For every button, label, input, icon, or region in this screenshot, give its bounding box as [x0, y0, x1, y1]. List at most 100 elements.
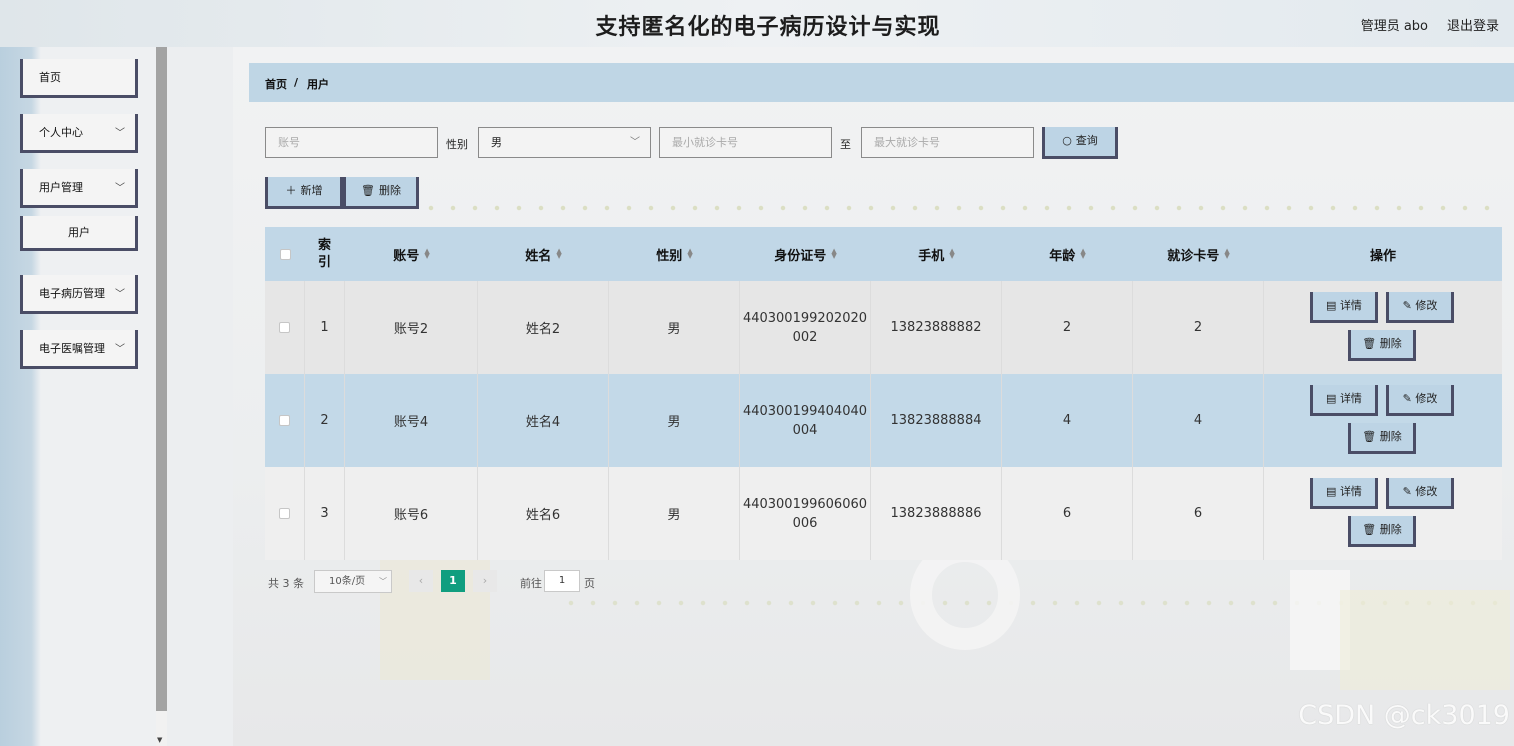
detail-label: 详情 — [1339, 392, 1362, 405]
sort-icon[interactable]: ▲ ▼ — [1080, 248, 1085, 260]
detail-button[interactable]: ▤ 详情 — [1310, 478, 1378, 509]
document-icon: ▤ — [1326, 299, 1340, 312]
row-select-cell — [265, 467, 305, 560]
gender-select[interactable]: 男 ﹀ — [478, 127, 651, 158]
delete-button[interactable]: 🗑 删除 — [1348, 423, 1416, 454]
sidebar-item-order-management[interactable]: 电子医嘱管理 ﹀ — [20, 330, 138, 369]
current-user: 管理员 abo — [1360, 19, 1428, 34]
row-select-cell — [265, 281, 305, 374]
min-card-input[interactable]: 最小就诊卡号 — [659, 127, 832, 158]
column-header-name[interactable]: 姓名 ▲ ▼ — [478, 227, 609, 281]
app-header: 支持匿名化的电子病历设计与实现 管理员 abo 退出登录 — [0, 0, 1514, 47]
column-header-card-number[interactable]: 就诊卡号 ▲ ▼ — [1133, 227, 1264, 281]
query-button-label: 查询 — [1075, 134, 1098, 147]
sidebar-item-home[interactable]: 首页 — [20, 59, 138, 98]
name-cell: 姓名6 — [478, 467, 609, 560]
detail-label: 详情 — [1339, 485, 1362, 498]
phone-cell: 13823888882 — [871, 281, 1002, 374]
gender-cell: 男 — [609, 467, 740, 560]
sort-icon[interactable]: ▲ ▼ — [1224, 248, 1229, 260]
phone-cell: 13823888886 — [871, 467, 1002, 560]
account-cell: 账号4 — [345, 374, 478, 467]
age-cell: 6 — [1002, 467, 1133, 560]
delete-button[interactable]: 🗑 删除 — [1348, 516, 1416, 547]
age-cell: 4 — [1002, 374, 1133, 467]
sidebar-item-personal-center[interactable]: 个人中心 ﹀ — [20, 114, 138, 153]
chevron-down-icon: ﹀ — [115, 343, 125, 355]
sort-icon[interactable]: ▲ ▼ — [831, 248, 836, 260]
chevron-down-icon: ﹀ — [115, 182, 125, 194]
row-actions: ▤ 详情 ✎ 修改 🗑 删除 — [1264, 374, 1502, 467]
users-table: 索引 账号 ▲ ▼ 姓名 ▲ ▼ 性别 ▲ ▼ 身份证号 ▲ ▼ 手机 ▲ ▼ 年龄 ▲ ▼ 就诊卡号 ▲… — [265, 227, 1502, 561]
gender-cell: 男 — [609, 374, 740, 467]
prev-page-button[interactable]: ‹ — [409, 570, 433, 592]
account-cell: 账号2 — [345, 281, 478, 374]
select-all-checkbox[interactable] — [279, 248, 291, 260]
scrollbar-thumb[interactable] — [156, 47, 167, 711]
column-header-id-number[interactable]: 身份证号 ▲ ▼ — [740, 227, 871, 281]
account-input[interactable]: 账号 — [265, 127, 438, 158]
chevron-down-icon: ﹀ — [379, 577, 387, 586]
id-number-cell: 440300199202020 002 — [740, 281, 871, 374]
edit-button[interactable]: ✎ 修改 — [1386, 385, 1454, 416]
column-header-phone[interactable]: 手机 ▲ ▼ — [871, 227, 1002, 281]
edit-icon: ✎ — [1402, 299, 1416, 312]
scroll-down-arrow-icon[interactable]: ▼ — [157, 736, 162, 744]
sidebar-item-users[interactable]: 用户 — [20, 216, 138, 251]
page-number-button[interactable]: 1 — [441, 570, 465, 592]
card-number-cell: 2 — [1133, 281, 1264, 374]
card-number-cell: 4 — [1133, 374, 1264, 467]
bulk-delete-button[interactable]: 🗑 删除 — [343, 177, 419, 209]
next-page-button[interactable]: › — [473, 570, 497, 592]
name-cell: 姓名4 — [478, 374, 609, 467]
sort-icon[interactable]: ▲ ▼ — [687, 248, 692, 260]
edit-icon: ✎ — [1402, 392, 1416, 405]
column-header-index: 索引 — [305, 227, 345, 281]
column-header-gender[interactable]: 性别 ▲ ▼ — [609, 227, 740, 281]
row-checkbox[interactable] — [279, 322, 290, 333]
sort-icon[interactable]: ▲ ▼ — [556, 248, 561, 260]
max-card-input[interactable]: 最大就诊卡号 — [861, 127, 1034, 158]
column-header-actions: 操作 — [1264, 227, 1502, 281]
sort-icon[interactable]: ▲ ▼ — [424, 248, 429, 260]
breadcrumb-current: 用户 — [307, 78, 329, 91]
edit-label: 修改 — [1415, 299, 1438, 312]
edit-button[interactable]: ✎ 修改 — [1386, 478, 1454, 509]
add-button-label: 新增 — [300, 184, 323, 197]
sidebar-item-user-management[interactable]: 用户管理 ﹀ — [20, 169, 138, 208]
edit-button[interactable]: ✎ 修改 — [1386, 292, 1454, 323]
goto-page-input[interactable]: 1 — [544, 570, 580, 592]
chevron-down-icon: ﹀ — [630, 137, 640, 148]
sidebar-item-label: 用户 — [68, 226, 90, 239]
column-header-age[interactable]: 年龄 ▲ ▼ — [1002, 227, 1133, 281]
sidebar-item-label: 用户管理 — [39, 181, 83, 194]
pagination-total: 共 3 条 — [268, 577, 304, 590]
column-header-label: 就诊卡号 — [1167, 248, 1220, 264]
sidebar-item-emr-management[interactable]: 电子病历管理 ﹀ — [20, 275, 138, 314]
row-select-cell — [265, 374, 305, 467]
chevron-left-icon: ‹ — [418, 574, 424, 587]
table-row: 3 账号6 姓名6 男 440300199606060 006 138238888… — [265, 467, 1502, 560]
detail-button[interactable]: ▤ 详情 — [1310, 292, 1378, 323]
table-row: 2 账号4 姓名4 男 440300199404040 004 138238888… — [265, 374, 1502, 467]
page-size-select[interactable]: 10条/页 ﹀ — [314, 570, 392, 593]
sort-icon[interactable]: ▲ ▼ — [949, 248, 954, 260]
card-number-cell: 6 — [1133, 467, 1264, 560]
column-header-label: 性别 — [656, 248, 683, 264]
logout-link[interactable]: 退出登录 — [1447, 15, 1499, 34]
column-header-account[interactable]: 账号 ▲ ▼ — [345, 227, 478, 281]
detail-button[interactable]: ▤ 详情 — [1310, 385, 1378, 416]
row-checkbox[interactable] — [279, 415, 290, 426]
delete-button[interactable]: 🗑 删除 — [1348, 330, 1416, 361]
add-button[interactable]: ＋新增 — [265, 177, 343, 209]
breadcrumb-home[interactable]: 首页 — [265, 76, 287, 92]
sidebar-scrollbar[interactable]: ▼ — [156, 47, 167, 746]
gender-select-value: 男 — [491, 136, 502, 149]
id-number-cell: 440300199404040 004 — [740, 374, 871, 467]
account-cell: 账号6 — [345, 467, 478, 560]
column-header-label: 姓名 — [525, 248, 552, 264]
query-button[interactable]: ○ 查询 — [1042, 127, 1118, 159]
row-checkbox[interactable] — [279, 508, 290, 519]
column-header-label: 操作 — [1369, 248, 1396, 264]
chevron-down-icon: ﹀ — [115, 127, 125, 139]
